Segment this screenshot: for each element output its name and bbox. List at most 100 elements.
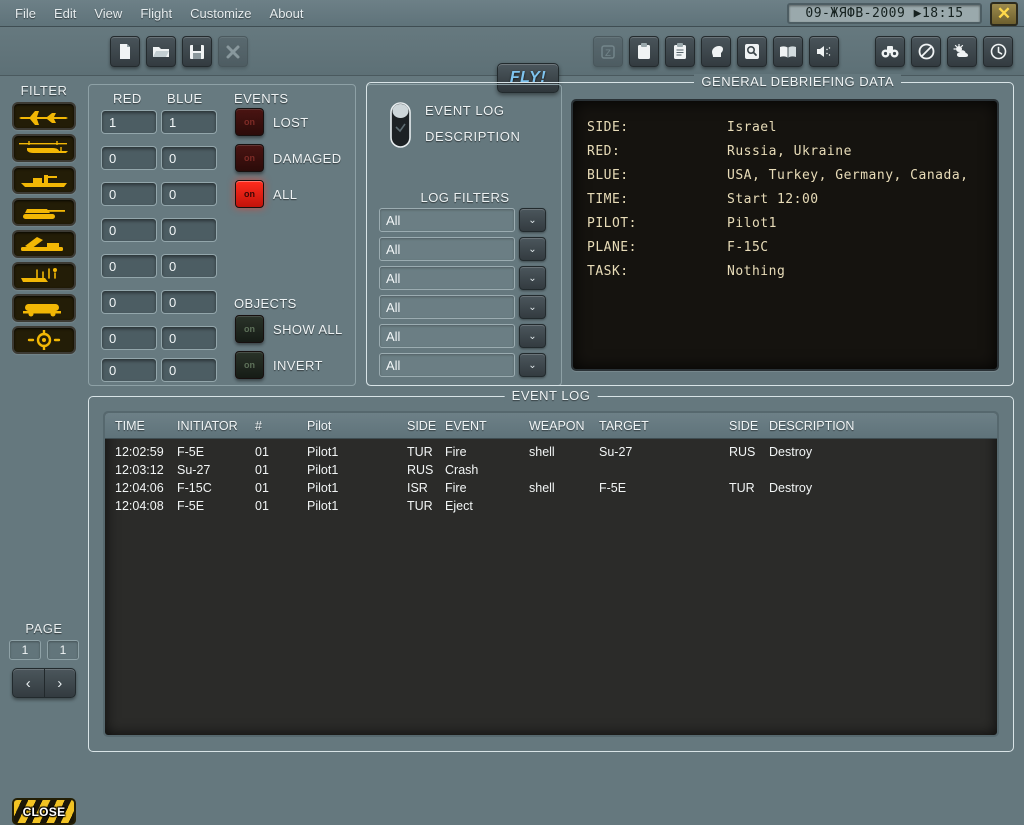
red-count-7[interactable]: 0	[101, 358, 157, 382]
table-row[interactable]: 12:04:08 F-5E 01 Pilot1 TUR Eject	[105, 497, 997, 515]
blue-count-4[interactable]: 0	[161, 254, 217, 278]
red-count-3[interactable]: 0	[101, 218, 157, 242]
blue-count-5[interactable]: 0	[161, 290, 217, 314]
event-log-table[interactable]: TIME INITIATOR # Pilot SIDE EVENT WEAPON…	[103, 411, 999, 737]
red-count-4[interactable]: 0	[101, 254, 157, 278]
open-folder-icon	[152, 44, 170, 59]
debriefing-value-plane: F-15C	[727, 240, 769, 255]
manual-book-icon	[779, 45, 797, 59]
close-button[interactable]: CLOSE	[12, 798, 76, 825]
blue-count-7[interactable]: 0	[161, 358, 217, 382]
clock-icon	[990, 43, 1007, 60]
pilot-logbook-button[interactable]	[701, 36, 731, 67]
blue-count-0[interactable]: 1	[161, 110, 217, 134]
search-magnifier-icon	[744, 43, 760, 60]
column-header-target: TARGET	[599, 419, 729, 433]
window-close-button[interactable]: ✕	[990, 2, 1018, 26]
weather-button[interactable]	[947, 36, 977, 67]
red-count-1[interactable]: 0	[101, 146, 157, 170]
briefing-button[interactable]	[629, 36, 659, 67]
observe-button[interactable]	[875, 36, 905, 67]
menu-item-flight[interactable]: Flight	[131, 3, 181, 24]
filter-radar-aaa-button[interactable]	[12, 262, 76, 290]
menu-item-file[interactable]: File	[6, 3, 45, 24]
debriefing-key-pilot: PILOT:	[587, 216, 727, 231]
debriefing-button[interactable]	[665, 36, 695, 67]
objects-invert-state: on	[244, 360, 255, 370]
page-total-field[interactable]: 1	[47, 640, 79, 660]
filter-target-reticle-button[interactable]	[12, 326, 76, 354]
cell-description: Destroy	[769, 445, 949, 459]
cell-number: 01	[255, 463, 307, 477]
cell-number: 01	[255, 445, 307, 459]
time-button[interactable]	[983, 36, 1013, 67]
events-damaged-toggle[interactable]: on	[235, 144, 264, 172]
objects-invert-label: INVERT	[273, 358, 323, 373]
column-header-side: SIDE	[407, 419, 445, 433]
page-next-button[interactable]: ›	[45, 669, 76, 697]
save-disk-button[interactable]	[182, 36, 212, 67]
open-folder-button[interactable]	[146, 36, 176, 67]
red-count-6[interactable]: 0	[101, 326, 157, 350]
datetime-display[interactable]: 09-ЖЯФВ-2009 ▶18:15	[787, 3, 982, 24]
column-header-target-side: SIDE	[729, 419, 769, 433]
blue-count-2[interactable]: 0	[161, 182, 217, 206]
cell-side: ISR	[407, 481, 445, 495]
weather-cloud-sun-icon	[953, 44, 971, 59]
page-prev-button[interactable]: ‹	[13, 669, 45, 697]
cell-time: 12:04:06	[105, 481, 177, 495]
events-title: EVENTS	[234, 91, 288, 106]
debriefing-screen: SIDE: Israel RED: Russia, Ukraine BLUE: …	[571, 99, 999, 371]
filter-sam-launcher-button[interactable]	[12, 230, 76, 258]
manual-button[interactable]	[773, 36, 803, 67]
filter-plane-button[interactable]	[12, 102, 76, 130]
blue-count-1[interactable]: 0	[161, 146, 217, 170]
cell-pilot: Pilot1	[307, 481, 407, 495]
cell-event: Crash	[445, 463, 529, 477]
red-count-0[interactable]: 1	[101, 110, 157, 134]
events-all-toggle[interactable]: on	[235, 180, 264, 208]
table-row[interactable]: 12:04:06 F-15C 01 Pilot1 ISR Fire shell …	[105, 479, 997, 497]
menu-item-edit[interactable]: Edit	[45, 3, 85, 24]
page-section: PAGE 1 1 ‹ ›	[0, 614, 88, 698]
page-current-field[interactable]: 1	[9, 640, 41, 660]
encyclopedia-icon: Z	[600, 44, 616, 60]
red-count-2[interactable]: 0	[101, 182, 157, 206]
red-count-5[interactable]: 0	[101, 290, 157, 314]
column-header-weapon: WEAPON	[529, 419, 599, 433]
search-button[interactable]	[737, 36, 767, 67]
debriefing-key-task: TASK:	[587, 264, 727, 279]
counts-panel: RED BLUE 1 0 0 0 0 0 0 0 1 0 0 0 0 0 0 0…	[88, 84, 356, 386]
filter-tank-button[interactable]	[12, 198, 76, 226]
objects-invert-toggle[interactable]: on	[235, 351, 264, 379]
new-file-button[interactable]	[110, 36, 140, 67]
filter-fuel-truck-button[interactable]	[12, 294, 76, 322]
plane-icon	[17, 106, 71, 126]
menu-item-customize[interactable]: Customize	[181, 3, 260, 24]
page-nav: ‹ ›	[12, 668, 76, 698]
menu-item-view[interactable]: View	[85, 3, 131, 24]
blue-column-title: BLUE	[167, 91, 203, 106]
sound-button[interactable]	[809, 36, 839, 67]
cell-initiator: F-5E	[177, 499, 255, 513]
cell-target: F-5E	[599, 481, 729, 495]
cell-pilot: Pilot1	[307, 445, 407, 459]
filter-helicopter-button[interactable]	[12, 134, 76, 162]
red-column-title: RED	[113, 91, 142, 106]
menu-bar: File Edit View Flight Customize About 09…	[0, 0, 1024, 27]
blue-count-6[interactable]: 0	[161, 326, 217, 350]
table-row[interactable]: 12:02:59 F-5E 01 Pilot1 TUR Fire shell S…	[105, 443, 997, 461]
blue-count-3[interactable]: 0	[161, 218, 217, 242]
objects-showall-toggle[interactable]: on	[235, 315, 264, 343]
close-file-button[interactable]	[218, 36, 248, 67]
table-row[interactable]: 12:03:12 Su-27 01 Pilot1 RUS Crash	[105, 461, 997, 479]
new-file-icon	[117, 43, 133, 60]
sound-speaker-icon	[816, 44, 833, 59]
encyclopedia-button[interactable]: Z	[593, 36, 623, 67]
event-log-group-title: EVENT LOG	[505, 388, 598, 403]
menu-item-about[interactable]: About	[261, 3, 313, 24]
filter-ship-button[interactable]	[12, 166, 76, 194]
disable-button[interactable]	[911, 36, 941, 67]
debriefing-value-blue: USA, Turkey, Germany, Canada,	[727, 168, 968, 183]
events-lost-toggle[interactable]: on	[235, 108, 264, 136]
